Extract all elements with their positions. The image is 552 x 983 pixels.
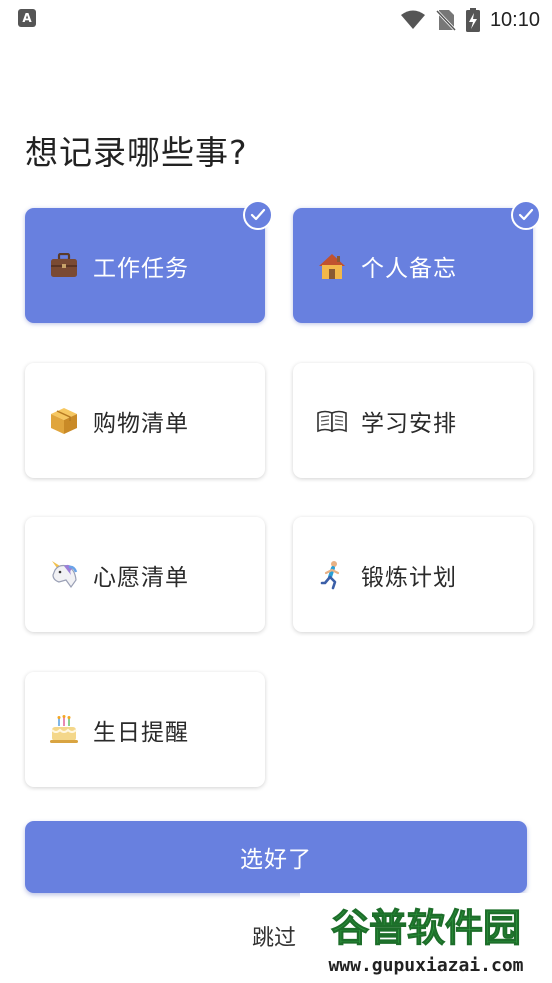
no-sim-icon	[435, 9, 456, 31]
category-card-exercise-plan[interactable]: 锻炼计划	[293, 517, 533, 632]
watermark-title: 谷普软件园	[331, 906, 521, 950]
briefcase-icon	[49, 251, 79, 281]
open-book-icon	[317, 406, 347, 436]
status-time: 10:10	[489, 8, 540, 31]
battery-charging-icon	[465, 8, 480, 32]
category-card-study-plan[interactable]: 学习安排	[293, 363, 533, 478]
category-card-work[interactable]: 工作任务	[25, 200, 273, 323]
category-card-wish-list[interactable]: 心愿清单	[25, 517, 265, 632]
house-icon	[317, 251, 347, 281]
wifi-icon	[400, 10, 425, 29]
package-icon	[49, 406, 79, 436]
category-label: 学习安排	[361, 410, 457, 437]
category-label: 心愿清单	[93, 564, 189, 591]
category-card-shopping-list[interactable]: 购物清单	[25, 363, 265, 478]
runner-icon	[317, 560, 347, 590]
birthday-cake-icon	[49, 714, 79, 745]
check-icon	[511, 200, 541, 230]
unicorn-icon	[49, 560, 79, 590]
page-title: 想记录哪些事?	[25, 133, 248, 172]
category-card-personal-memo[interactable]: 个人备忘	[293, 200, 541, 323]
skip-button[interactable]: 跳过	[252, 920, 296, 952]
app-notification-icon: A	[18, 9, 36, 27]
category-label: 锻炼计划	[361, 564, 457, 591]
category-label: 工作任务	[93, 255, 189, 282]
confirm-button[interactable]: 选好了	[25, 821, 527, 893]
watermark-url: www.gupuxiazai.com	[328, 955, 523, 976]
status-bar: A 10:10	[0, 0, 552, 40]
category-label: 生日提醒	[93, 719, 189, 746]
watermark-logo: 谷普软件园 www.gupuxiazai.com	[300, 893, 552, 983]
status-icons: 10:10	[400, 0, 540, 40]
category-label: 个人备忘	[361, 255, 457, 282]
check-icon	[243, 200, 273, 230]
category-label: 购物清单	[93, 410, 189, 437]
category-card-birthday-reminder[interactable]: 生日提醒	[25, 672, 265, 787]
